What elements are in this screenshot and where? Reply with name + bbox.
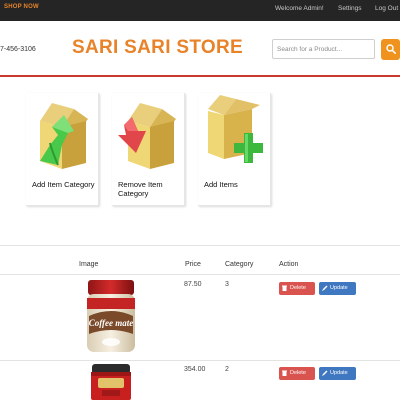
column-header-price: Price — [185, 261, 201, 268]
tile-label: Add Items — [204, 180, 238, 189]
column-header-category: Category — [225, 261, 254, 268]
search-input[interactable] — [272, 39, 375, 59]
update-button[interactable]: Update — [319, 367, 356, 380]
category-cell: 3 — [225, 281, 229, 288]
search-button[interactable] — [381, 39, 400, 60]
category-cell: 2 — [225, 366, 229, 373]
brand-link[interactable]: SHOP NOW — [4, 4, 39, 10]
tile-label: Add Item Category — [32, 180, 95, 189]
logout-link[interactable]: Log Out — [375, 5, 398, 12]
price-cell: 354.00 — [184, 366, 206, 373]
coffee-mate-product-image: Coffee mate — [87, 280, 135, 352]
settings-link[interactable]: Settings — [338, 5, 362, 12]
remove-item-category-tile[interactable]: Remove Item Category — [112, 93, 185, 206]
delete-button-label: Delete — [290, 370, 306, 376]
table-header-divider — [0, 274, 400, 275]
delete-button-label: Delete — [290, 285, 306, 291]
pencil-icon — [322, 370, 328, 376]
update-button-label: Update — [330, 370, 348, 376]
tile-label: Remove Item Category — [118, 180, 163, 198]
section-divider — [0, 245, 400, 246]
column-header-action: Action — [279, 261, 299, 268]
update-button[interactable]: Update — [319, 282, 356, 295]
coffee-can-product-image — [91, 364, 131, 400]
update-button-label: Update — [330, 285, 348, 291]
phone-number: 7-456-3106 — [0, 46, 36, 53]
trash-icon — [282, 285, 287, 291]
trash-icon — [282, 370, 287, 376]
add-item-category-tile[interactable]: Add Item Category — [26, 93, 99, 206]
box-up-arrow-icon — [40, 103, 88, 169]
column-header-image: Image — [79, 261, 99, 268]
search-icon — [386, 44, 396, 54]
header-divider — [0, 75, 400, 77]
top-navbar: SHOP NOW Welcome Admin! Settings Log Out — [0, 0, 400, 21]
product-label: Coffee mate — [89, 318, 134, 328]
delete-button[interactable]: Delete — [279, 282, 315, 295]
add-items-tile[interactable]: Add Items — [198, 93, 271, 206]
box-plus-icon — [208, 95, 263, 163]
table-row-divider — [0, 360, 400, 361]
delete-button[interactable]: Delete — [279, 367, 315, 380]
store-title: SARI SARI STORE — [72, 37, 243, 58]
box-down-arrow-icon — [118, 103, 176, 169]
price-cell: 87.50 — [184, 281, 202, 288]
welcome-link[interactable]: Welcome Admin! — [275, 5, 324, 12]
pencil-icon — [322, 285, 328, 291]
